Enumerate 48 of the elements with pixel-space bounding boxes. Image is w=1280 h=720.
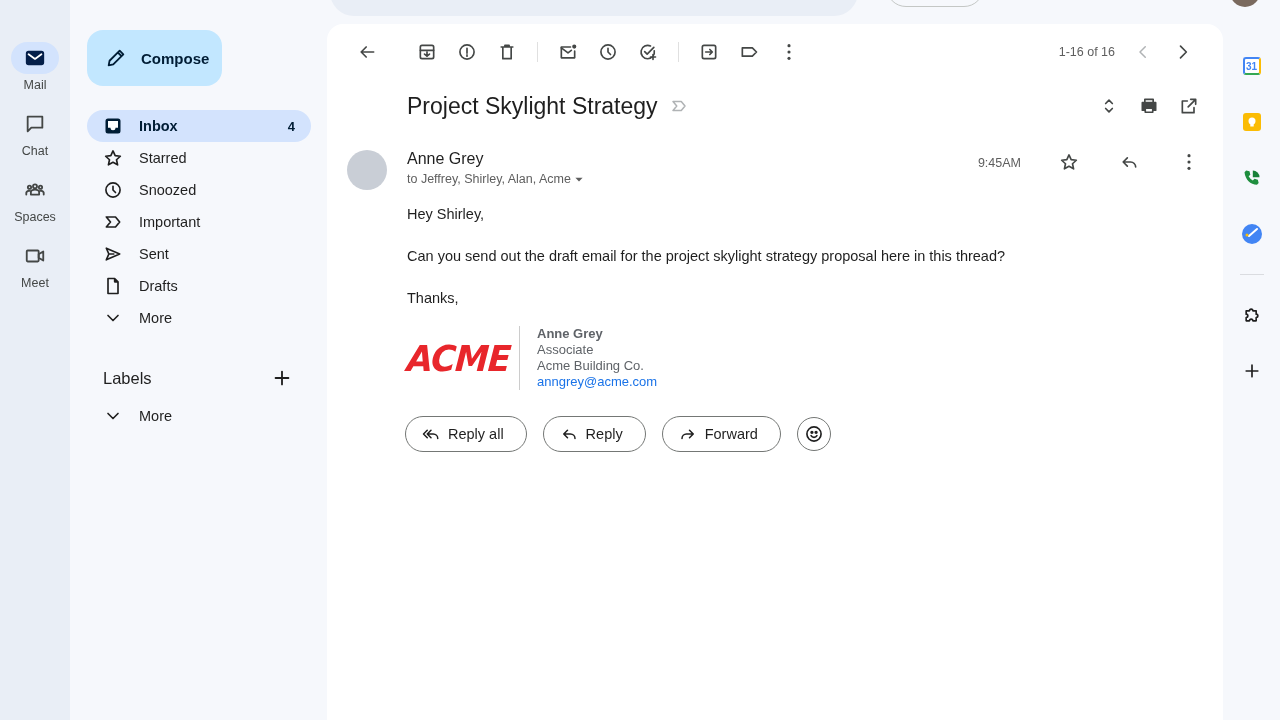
sender-name: Anne Grey: [407, 150, 485, 168]
send-icon: [103, 244, 123, 264]
message-paragraph: Can you send out the draft email for the project skylight strategy proposal here in this thread?: [407, 247, 1007, 266]
pager-text: 1-16 of 16: [1058, 45, 1115, 59]
new-window-icon: [1179, 96, 1199, 116]
recipients-text: to Jeffrey, Shirley, Alan, Acme: [407, 172, 571, 186]
folder-item[interactable]: Snoozed: [87, 174, 311, 206]
signature-company: Acme Building Co.: [537, 358, 645, 374]
star-icon: [103, 148, 123, 168]
folder-item[interactable]: More: [87, 302, 311, 334]
smiley-icon: [803, 424, 824, 444]
message-paragraph: Hey Shirley,: [407, 205, 486, 224]
snooze-icon: [598, 42, 618, 62]
folder-item[interactable]: Drafts: [87, 270, 311, 302]
avatar: [347, 150, 387, 190]
calendar-icon[interactable]: 31: [1242, 57, 1261, 75]
more-icon: [787, 44, 791, 60]
mark-unread-icon: [558, 42, 578, 62]
email-subject: Project Skylight Strategy: [407, 92, 658, 120]
archive-icon: [417, 42, 437, 62]
clock-icon: [103, 180, 123, 200]
folder-item[interactable]: Inbox 4: [87, 110, 311, 142]
rail-label: Chat: [21, 144, 49, 158]
pencil-icon: [105, 47, 127, 69]
label-item[interactable]: More: [87, 400, 311, 432]
folder-item[interactable]: Starred: [87, 142, 311, 174]
move-icon: [699, 42, 719, 62]
rail-label: Spaces: [14, 210, 56, 224]
signature-title: Associate: [537, 342, 595, 358]
message-paragraph: Thanks,: [407, 289, 460, 308]
chat-icon: [24, 113, 46, 135]
star-icon: [1059, 152, 1079, 172]
add-task-icon: [638, 42, 658, 62]
labels-heading: Labels: [103, 368, 152, 388]
print-icon: [1139, 96, 1159, 116]
rail-label: Mail: [23, 78, 47, 92]
message-time: 9:45AM: [977, 156, 1021, 172]
rail-label: Meet: [21, 276, 49, 290]
signature-name: Anne Grey: [537, 326, 604, 342]
rail-button[interactable]: [11, 42, 59, 74]
email-link[interactable]: anngrey@acme.com: [537, 374, 658, 389]
more-icon: [1187, 154, 1191, 170]
folder-item[interactable]: Important: [87, 206, 311, 238]
compose-button[interactable]: Compose: [87, 30, 222, 86]
inbox-icon: [103, 116, 123, 136]
folder-item[interactable]: Sent: [87, 238, 311, 270]
report-icon: [457, 42, 477, 62]
tasks-icon[interactable]: [1241, 224, 1262, 244]
